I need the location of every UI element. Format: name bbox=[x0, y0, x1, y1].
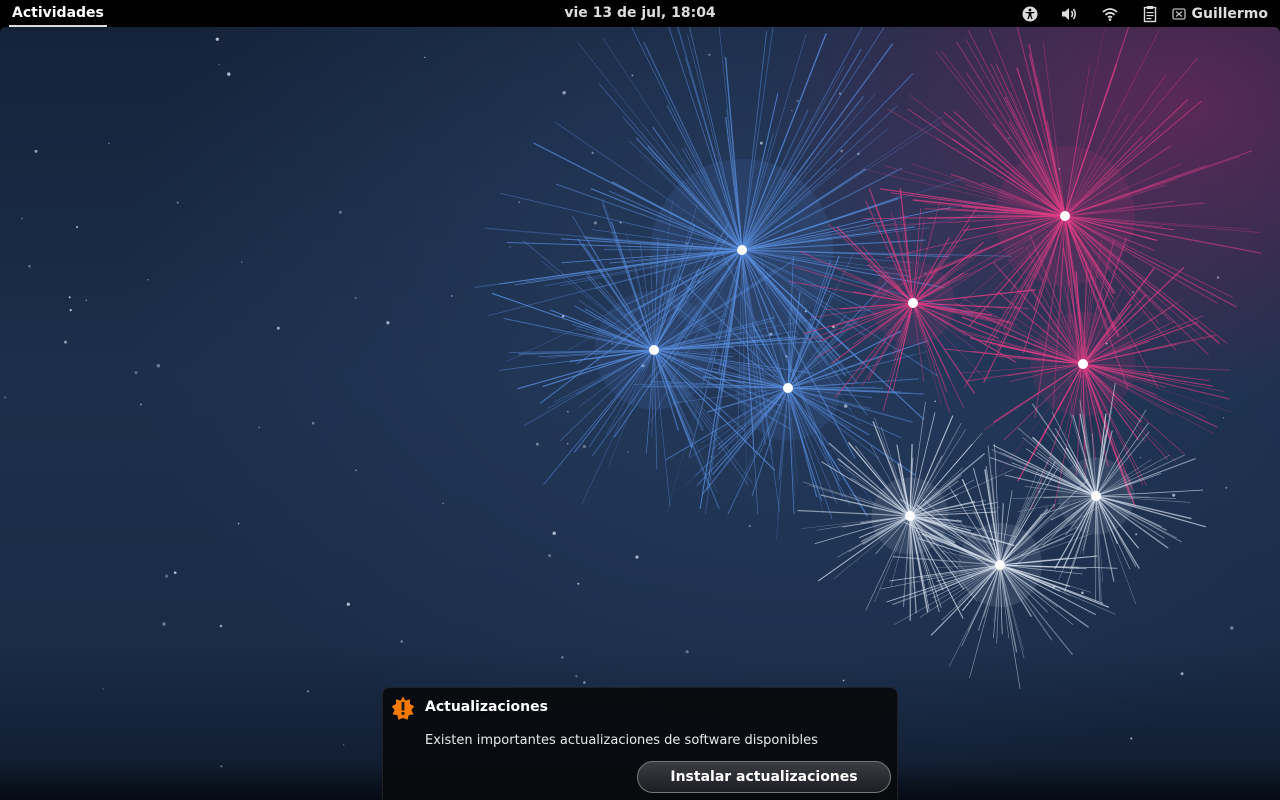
fireworks-illustration bbox=[474, 27, 1262, 689]
user-status-icon bbox=[1171, 7, 1186, 20]
wifi-icon[interactable] bbox=[1090, 0, 1130, 27]
notification-banner[interactable]: Actualizaciones Existen importantes actu… bbox=[382, 687, 898, 800]
install-updates-button[interactable]: Instalar actualizaciones bbox=[637, 761, 891, 793]
top-bar: Actividades vie 13 de jul, 18:04 Guiller… bbox=[0, 0, 1280, 27]
clock-button[interactable]: vie 13 de jul, 18:04 bbox=[564, 5, 715, 21]
user-name: Guillermo bbox=[1191, 5, 1268, 22]
desktop-wallpaper bbox=[0, 27, 1280, 800]
activities-button[interactable]: Actividades bbox=[9, 0, 107, 27]
update-warning-icon bbox=[391, 696, 415, 720]
accessibility-icon[interactable] bbox=[1010, 0, 1050, 27]
system-tray: Guillermo bbox=[1010, 0, 1268, 27]
notification-body: Existen importantes actualizaciones de s… bbox=[425, 733, 818, 748]
clipboard-icon[interactable] bbox=[1130, 0, 1170, 27]
user-menu[interactable]: Guillermo bbox=[1171, 5, 1268, 22]
notification-title: Actualizaciones bbox=[425, 699, 548, 715]
volume-icon[interactable] bbox=[1050, 0, 1090, 27]
